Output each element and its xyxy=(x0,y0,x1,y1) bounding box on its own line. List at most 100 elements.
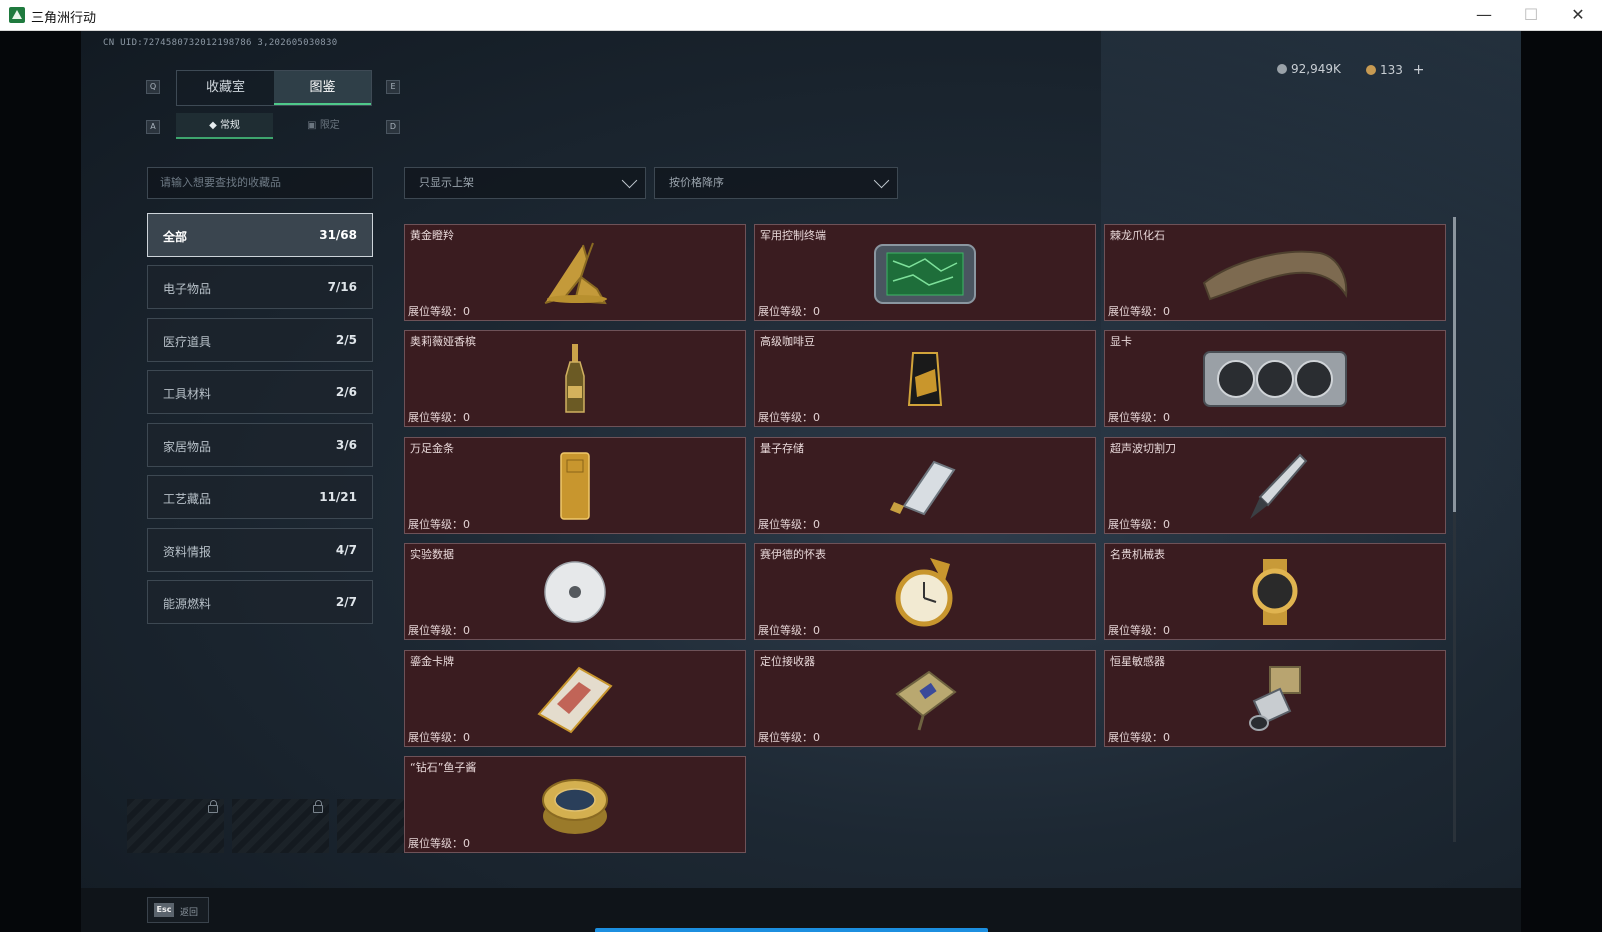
item-card[interactable]: 高级咖啡豆 展位等级：0 xyxy=(754,330,1096,427)
category-intel[interactable]: 资料情报 4/7 xyxy=(147,528,373,572)
category-name: 工具材料 xyxy=(163,387,212,401)
item-name: 实验数据 xyxy=(410,548,454,561)
item-level: 展位等级：0 xyxy=(1108,731,1170,744)
item-name: 军用控制终端 xyxy=(760,229,826,242)
caviar-tin-icon xyxy=(542,778,608,834)
tab-codex[interactable]: 图鉴 xyxy=(274,71,371,105)
item-name: 奥莉薇娅香槟 xyxy=(410,335,476,348)
search-input[interactable]: 请输入想要查找的收藏品 xyxy=(147,167,373,199)
category-count: 11/21 xyxy=(319,490,357,504)
currency-secondary: 133 + xyxy=(1366,62,1424,78)
item-name: 赛伊德的怀表 xyxy=(760,548,826,561)
minimize-button[interactable]: — xyxy=(1461,0,1507,31)
app-logo-icon xyxy=(9,7,25,23)
item-level: 展位等级：0 xyxy=(1108,305,1170,318)
category-name: 全部 xyxy=(163,230,188,244)
tab-collection-room[interactable]: 收藏室 xyxy=(177,71,274,105)
item-level: 展位等级：0 xyxy=(758,305,820,318)
sort-dropdown[interactable]: 按价格降序 xyxy=(654,167,898,199)
item-card[interactable]: 定位接收器 展位等级：0 xyxy=(754,650,1096,747)
item-card[interactable]: 显卡 展位等级：0 xyxy=(1104,330,1446,427)
chevron-down-icon xyxy=(873,172,890,189)
subtab-regular[interactable]: ◆ 常规 xyxy=(176,113,273,139)
image-icon: ▣ xyxy=(307,120,320,131)
item-card[interactable]: 实验数据 展位等级：0 xyxy=(404,543,746,640)
currency-secondary-value: 133 xyxy=(1380,63,1403,77)
add-currency-button[interactable]: + xyxy=(1413,62,1425,78)
category-count: 2/7 xyxy=(335,595,357,609)
window-title: 三角洲行动 xyxy=(31,11,97,26)
back-button[interactable]: Esc 返回 xyxy=(147,897,209,923)
item-level: 展位等级：0 xyxy=(408,518,470,531)
item-card[interactable]: 棘龙爪化石 展位等级：0 xyxy=(1104,224,1446,321)
item-card[interactable]: 恒星敏感器 展位等级：0 xyxy=(1104,650,1446,747)
category-name: 资料情报 xyxy=(163,545,212,559)
subtab-regular-label: 常规 xyxy=(219,120,240,131)
game-viewport: CN UID:7274580732012198786 3,20260503083… xyxy=(0,31,1602,932)
item-card[interactable]: “钻石”鱼子酱 展位等级：0 xyxy=(404,756,746,853)
sort-value: 按价格降序 xyxy=(669,176,724,189)
item-level: 展位等级：0 xyxy=(758,624,820,637)
item-level: 展位等级：0 xyxy=(408,305,470,318)
gilded-card-icon xyxy=(537,666,613,733)
lock-icon xyxy=(208,800,218,813)
category-count: 31/68 xyxy=(319,228,357,242)
item-name: 显卡 xyxy=(1110,335,1132,348)
item-name: 高级咖啡豆 xyxy=(760,335,815,348)
key-q: Q xyxy=(146,80,160,94)
maximize-button[interactable]: ☐ xyxy=(1508,0,1554,31)
item-level: 展位等级：0 xyxy=(1108,518,1170,531)
category-crafts[interactable]: 工艺藏品 11/21 xyxy=(147,475,373,519)
pocket-watch-icon xyxy=(895,557,953,626)
item-card[interactable]: 万足金条 展位等级：0 xyxy=(404,437,746,534)
item-name: 定位接收器 xyxy=(760,655,815,668)
category-household[interactable]: 家居物品 3/6 xyxy=(147,423,373,467)
positioning-receiver-icon xyxy=(895,670,957,730)
esc-key-icon: Esc xyxy=(154,903,174,917)
item-name: 万足金条 xyxy=(410,442,454,455)
lock-icon xyxy=(313,800,323,813)
category-all[interactable]: 全部 31/68 xyxy=(147,213,373,257)
key-d: D xyxy=(386,120,400,134)
category-energy[interactable]: 能源燃料 2/7 xyxy=(147,580,373,624)
coin-icon xyxy=(1366,65,1376,75)
category-medical[interactable]: 医疗道具 2/5 xyxy=(147,318,373,362)
category-name: 医疗道具 xyxy=(163,335,212,349)
subtab-limited-label: 限定 xyxy=(319,120,340,131)
item-name: 棘龙爪化石 xyxy=(1110,229,1165,242)
scrollbar-thumb[interactable] xyxy=(1453,217,1456,512)
category-count: 4/7 xyxy=(335,543,357,557)
subtab-limited[interactable]: ▣ 限定 xyxy=(275,113,372,139)
item-name: 量子存储 xyxy=(760,442,804,455)
sub-tabs: ◆ 常规 ▣ 限定 xyxy=(176,113,372,139)
item-card[interactable]: 奥莉薇娅香槟 展位等级：0 xyxy=(404,330,746,427)
category-electronics[interactable]: 电子物品 7/16 xyxy=(147,265,373,309)
uid-label: CN UID:7274580732012198786 3,20260503083… xyxy=(103,38,338,48)
flame-icon: ◆ xyxy=(209,120,220,131)
military-terminal-icon xyxy=(874,243,976,304)
item-card[interactable]: 量子存储 展位等级：0 xyxy=(754,437,1096,534)
close-button[interactable]: ✕ xyxy=(1555,0,1601,31)
category-name: 工艺藏品 xyxy=(163,492,212,506)
category-tools[interactable]: 工具材料 2/6 xyxy=(147,370,373,414)
item-card[interactable]: 超声波切割刀 展位等级：0 xyxy=(1104,437,1446,534)
item-card[interactable]: 赛伊德的怀表 展位等级：0 xyxy=(754,543,1096,640)
item-name: 黄金瞪羚 xyxy=(410,229,454,242)
item-card[interactable]: 黄金瞪羚 展位等级：0 xyxy=(404,224,746,321)
data-disc-icon xyxy=(544,560,606,623)
item-name: 名贵机械表 xyxy=(1110,548,1165,561)
category-count: 2/6 xyxy=(335,385,357,399)
main-tabs: 收藏室 图鉴 xyxy=(176,70,372,106)
category-count: 2/5 xyxy=(335,333,357,347)
window-titlebar: 三角洲行动 — ☐ ✕ xyxy=(0,0,1602,31)
category-name: 家居物品 xyxy=(163,440,212,454)
item-card[interactable]: 鎏金卡牌 展位等级：0 xyxy=(404,650,746,747)
category-name: 电子物品 xyxy=(163,282,212,296)
shelf-filter-dropdown[interactable]: 只显示上架 xyxy=(404,167,646,199)
category-count: 7/16 xyxy=(327,280,357,294)
item-name: “钻石”鱼子酱 xyxy=(410,761,477,774)
item-card[interactable]: 军用控制终端 展位等级：0 xyxy=(754,224,1096,321)
shelf-filter-value: 只显示上架 xyxy=(419,176,474,189)
item-name: 恒星敏感器 xyxy=(1110,655,1165,668)
item-card[interactable]: 名贵机械表 展位等级：0 xyxy=(1104,543,1446,640)
